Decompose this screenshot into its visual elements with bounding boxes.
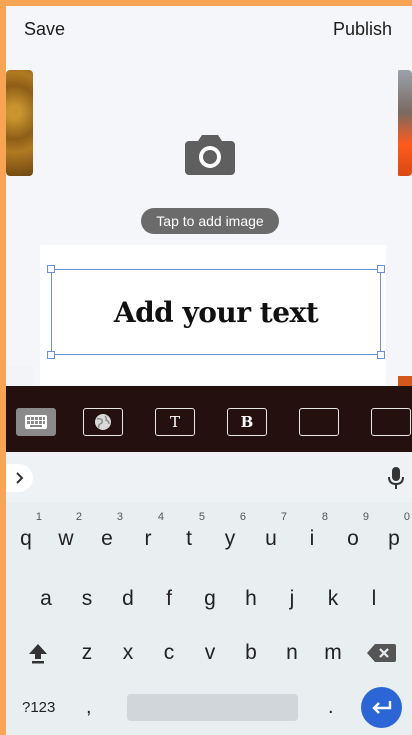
top-bar: Save Publish [6,6,412,56]
enter-key[interactable] [361,687,402,728]
keyboard-icon [25,415,47,429]
bold-button[interactable]: B [227,408,267,436]
text-section: Add your text [40,245,386,385]
key-y[interactable]: y6 [212,511,248,559]
key-a[interactable]: a [28,579,64,619]
next-slide-thumbnail[interactable] [396,70,412,176]
expand-suggestions-button[interactable] [6,464,33,492]
key-row-3: z x c v b n m [6,633,412,673]
toolbar-button-5[interactable] [299,408,339,436]
key-e[interactable]: e3 [89,511,125,559]
comma-key[interactable]: , [86,696,92,719]
key-b[interactable]: b [233,633,269,673]
period-key[interactable]: . [328,696,334,719]
text-style-button[interactable]: T [155,408,195,436]
format-toolbar: T B [6,386,412,452]
key-s[interactable]: s [69,579,105,619]
key-p[interactable]: p0 [376,511,412,559]
key-k[interactable]: k [315,579,351,619]
key-q[interactable]: q1 [8,511,44,559]
keyboard-toggle-button[interactable] [16,408,56,436]
previous-slide-bottom [6,366,33,388]
font-picker-button[interactable] [83,408,123,436]
text-box-selected[interactable]: Add your text [47,265,385,359]
key-row-1: q1 w2 e3 r4 t5 y6 u7 i8 o9 p0 [6,511,412,559]
key-o[interactable]: o9 [335,511,371,559]
slide-text[interactable]: Add your text [114,296,319,329]
key-w[interactable]: w2 [48,511,84,559]
resize-handle-bottom-right[interactable] [377,351,385,359]
previous-slide-thumbnail[interactable] [6,70,33,176]
resize-handle-top-right[interactable] [377,265,385,273]
key-m[interactable]: m [315,633,351,673]
suggestion-bar [6,452,412,502]
key-v[interactable]: v [192,633,228,673]
key-d[interactable]: d [110,579,146,619]
key-z[interactable]: z [69,633,105,673]
key-row-2: a s d f g h j k l [6,579,412,619]
key-j[interactable]: j [274,579,310,619]
key-g[interactable]: g [192,579,228,619]
onscreen-keyboard: q1 w2 e3 r4 t5 y6 u7 i8 o9 p0 a s d f g … [6,452,412,735]
publish-button[interactable]: Publish [333,19,392,40]
key-c[interactable]: c [151,633,187,673]
editor-screen: Save Publish Tap to add image Add your t… [6,6,412,735]
key-x[interactable]: x [110,633,146,673]
microphone-icon[interactable] [388,466,404,490]
space-bar[interactable] [127,694,298,721]
key-u[interactable]: u7 [253,511,289,559]
backspace-icon[interactable] [366,643,396,663]
current-slide-card: Tap to add image Add your text [33,56,398,388]
key-t[interactable]: t5 [171,511,207,559]
symbols-key[interactable]: ?123 [22,699,55,716]
key-l[interactable]: l [356,579,392,619]
key-i[interactable]: i8 [294,511,330,559]
chevron-right-icon [15,472,23,484]
resize-handle-top-left[interactable] [47,265,55,273]
key-n[interactable]: n [274,633,310,673]
toolbar-button-6[interactable] [371,408,411,436]
save-button[interactable]: Save [24,19,65,40]
key-f[interactable]: f [151,579,187,619]
globe-icon [95,414,111,430]
resize-handle-bottom-left[interactable] [47,351,55,359]
key-r[interactable]: r4 [130,511,166,559]
camera-icon[interactable] [185,133,235,175]
enter-arrow-icon [371,700,391,714]
add-image-button[interactable]: Tap to add image [141,208,279,234]
key-h[interactable]: h [233,579,269,619]
